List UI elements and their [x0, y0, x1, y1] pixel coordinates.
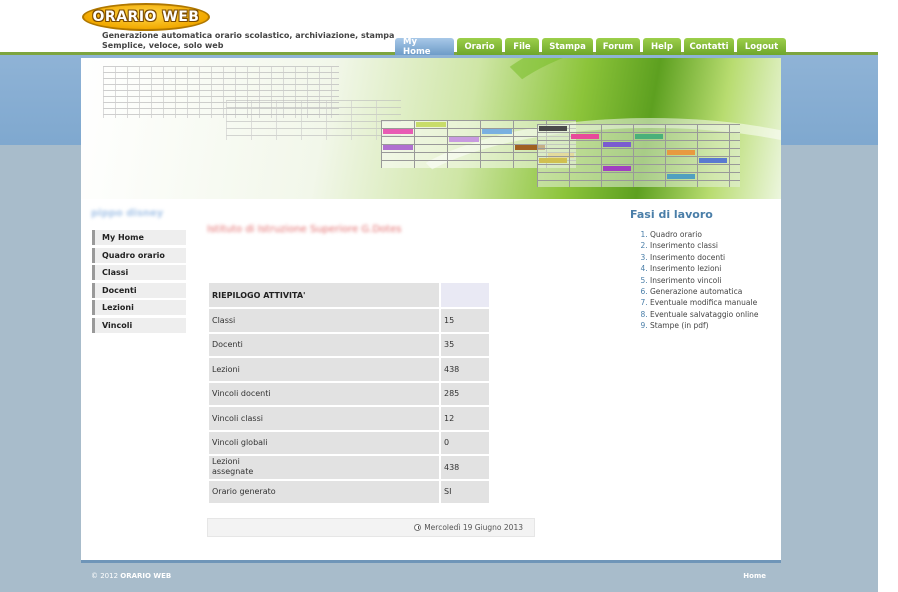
fasi-list: Quadro orario Inserimento classi Inserim… [628, 229, 759, 332]
sidebar-item-lezioni[interactable]: Lezioni [92, 300, 186, 315]
tab-forum[interactable]: Forum [596, 38, 640, 55]
sidebar-item-classi[interactable]: Classi [92, 265, 186, 280]
summary-table: RIEPILOGO ATTIVITA' Classi 15 Docenti 35… [209, 281, 489, 505]
table-row: Orario generato SI [209, 480, 489, 503]
sidebar-item-docenti[interactable]: Docenti [92, 282, 186, 298]
tab-help[interactable]: Help [643, 38, 681, 55]
summary-header: RIEPILOGO ATTIVITA' [209, 283, 439, 307]
table-row: Lezioni assegnate 438 [209, 456, 489, 479]
list-item: Inserimento vincoli [650, 275, 759, 286]
table-row: Vincoli docenti 285 [209, 382, 489, 405]
main-nav: My Home Orario File Stampa Forum Help Co… [395, 37, 786, 57]
tab-orario[interactable]: Orario [457, 38, 502, 55]
user-name: pippo disney [91, 208, 164, 219]
footer-home-link[interactable]: Home [743, 572, 766, 580]
list-item: Inserimento classi [650, 240, 759, 251]
header: ORARIO WEB Generazione automatica orario… [0, 0, 878, 57]
sidebar-menu: My Home Quadro orario Classi Docenti Lez… [92, 230, 186, 335]
sidebar-item-vincoli[interactable]: Vincoli [92, 317, 186, 333]
table-row: Vincoli classi 12 [209, 407, 489, 430]
tagline: Generazione automatica orario scolastico… [102, 31, 395, 50]
list-item: Generazione automatica [650, 286, 759, 297]
tab-logout[interactable]: Logout [737, 38, 786, 55]
footer: © 2012 ORARIO WEB Home [81, 560, 781, 592]
logo-text: ORARIO WEB [92, 9, 200, 25]
date-bar: Mercoledì 19 Giugno 2013 [207, 518, 535, 537]
sidebar-item-my-home[interactable]: My Home [92, 230, 186, 245]
table-header-row: RIEPILOGO ATTIVITA' [209, 283, 489, 307]
list-item: Inserimento docenti [650, 252, 759, 263]
list-item: Quadro orario [650, 229, 759, 240]
content-area: pippo disney My Home Quadro orario Class… [81, 58, 781, 563]
tab-contatti[interactable]: Contatti [684, 38, 734, 55]
fasi-title: Fasi di lavoro [630, 208, 713, 221]
tab-my-home[interactable]: My Home [395, 37, 454, 57]
banner-image [81, 58, 781, 199]
table-row: Lezioni 438 [209, 358, 489, 381]
list-item: Eventuale modifica manuale [650, 297, 759, 308]
tab-stampa[interactable]: Stampa [542, 38, 593, 55]
list-item: Eventuale salvataggio online [650, 309, 759, 320]
copyright: © 2012 ORARIO WEB [91, 572, 172, 580]
logo[interactable]: ORARIO WEB [82, 3, 210, 31]
table-row: Classi 15 [209, 309, 489, 332]
sidebar-item-quadro-orario[interactable]: Quadro orario [92, 247, 186, 263]
list-item: Inserimento lezioni [650, 263, 759, 274]
table-row: Docenti 35 [209, 333, 489, 356]
tab-file[interactable]: File [505, 38, 539, 55]
current-date: Mercoledì 19 Giugno 2013 [424, 523, 523, 532]
table-row: Vincoli globali 0 [209, 431, 489, 454]
school-name: Istituto di Istruzione Superiore G.Dotes [207, 224, 402, 235]
clock-icon [414, 524, 422, 531]
list-item: Stampe (in pdf) [650, 320, 759, 331]
